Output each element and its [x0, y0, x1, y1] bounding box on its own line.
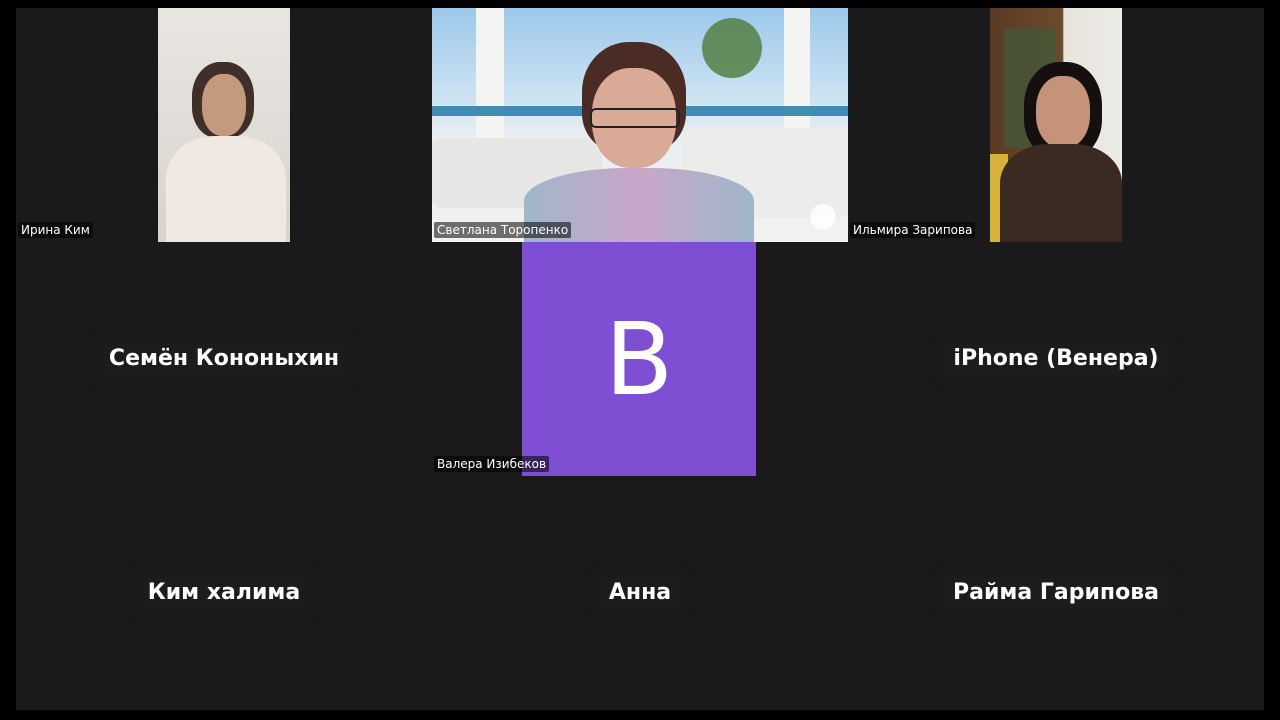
participant-video [158, 8, 290, 242]
participant-tile-valera-izibekov[interactable]: B Валера Изибеков [432, 242, 848, 476]
participant-name-label: Ильмира Зарипова [850, 222, 976, 238]
avatar-initial: B [604, 300, 674, 418]
participant-name: Семён Кононыхин [102, 344, 346, 374]
participant-name: Анна [602, 578, 678, 608]
participant-name-label: Валера Изибеков [434, 456, 550, 472]
logo-icon [810, 204, 836, 230]
participant-tile-irina-kim[interactable]: Ирина Ким [16, 8, 432, 242]
participant-tile-raima-garipova[interactable]: Райма Гарипова [848, 476, 1264, 710]
participant-name-label: Ирина Ким [18, 222, 93, 238]
participant-tile-ilmira-zaripova[interactable]: Ильмира Зарипова [848, 8, 1264, 242]
participant-tile-kim-khalima[interactable]: Ким халима [16, 476, 432, 710]
participant-name: Ким халима [141, 578, 307, 608]
participant-name-label: Светлана Торопенко [434, 222, 572, 238]
participant-tile-anna[interactable]: Анна [432, 476, 848, 710]
participant-avatar: B [522, 242, 756, 476]
participant-tile-semyon-kononykhin[interactable]: Семён Кононыхин [16, 242, 432, 476]
participant-name: iPhone (Венера) [947, 344, 1165, 374]
participant-tile-svetlana-toropenko[interactable]: Светлана Торопенко [432, 8, 848, 242]
video-gallery: Ирина Ким Светлана Торопенко Ильмира Зар… [16, 8, 1264, 710]
participant-video [990, 8, 1122, 242]
participant-tile-iphone-venera[interactable]: iPhone (Венера) [848, 242, 1264, 476]
participant-name: Райма Гарипова [947, 578, 1165, 608]
participant-video [432, 8, 848, 242]
